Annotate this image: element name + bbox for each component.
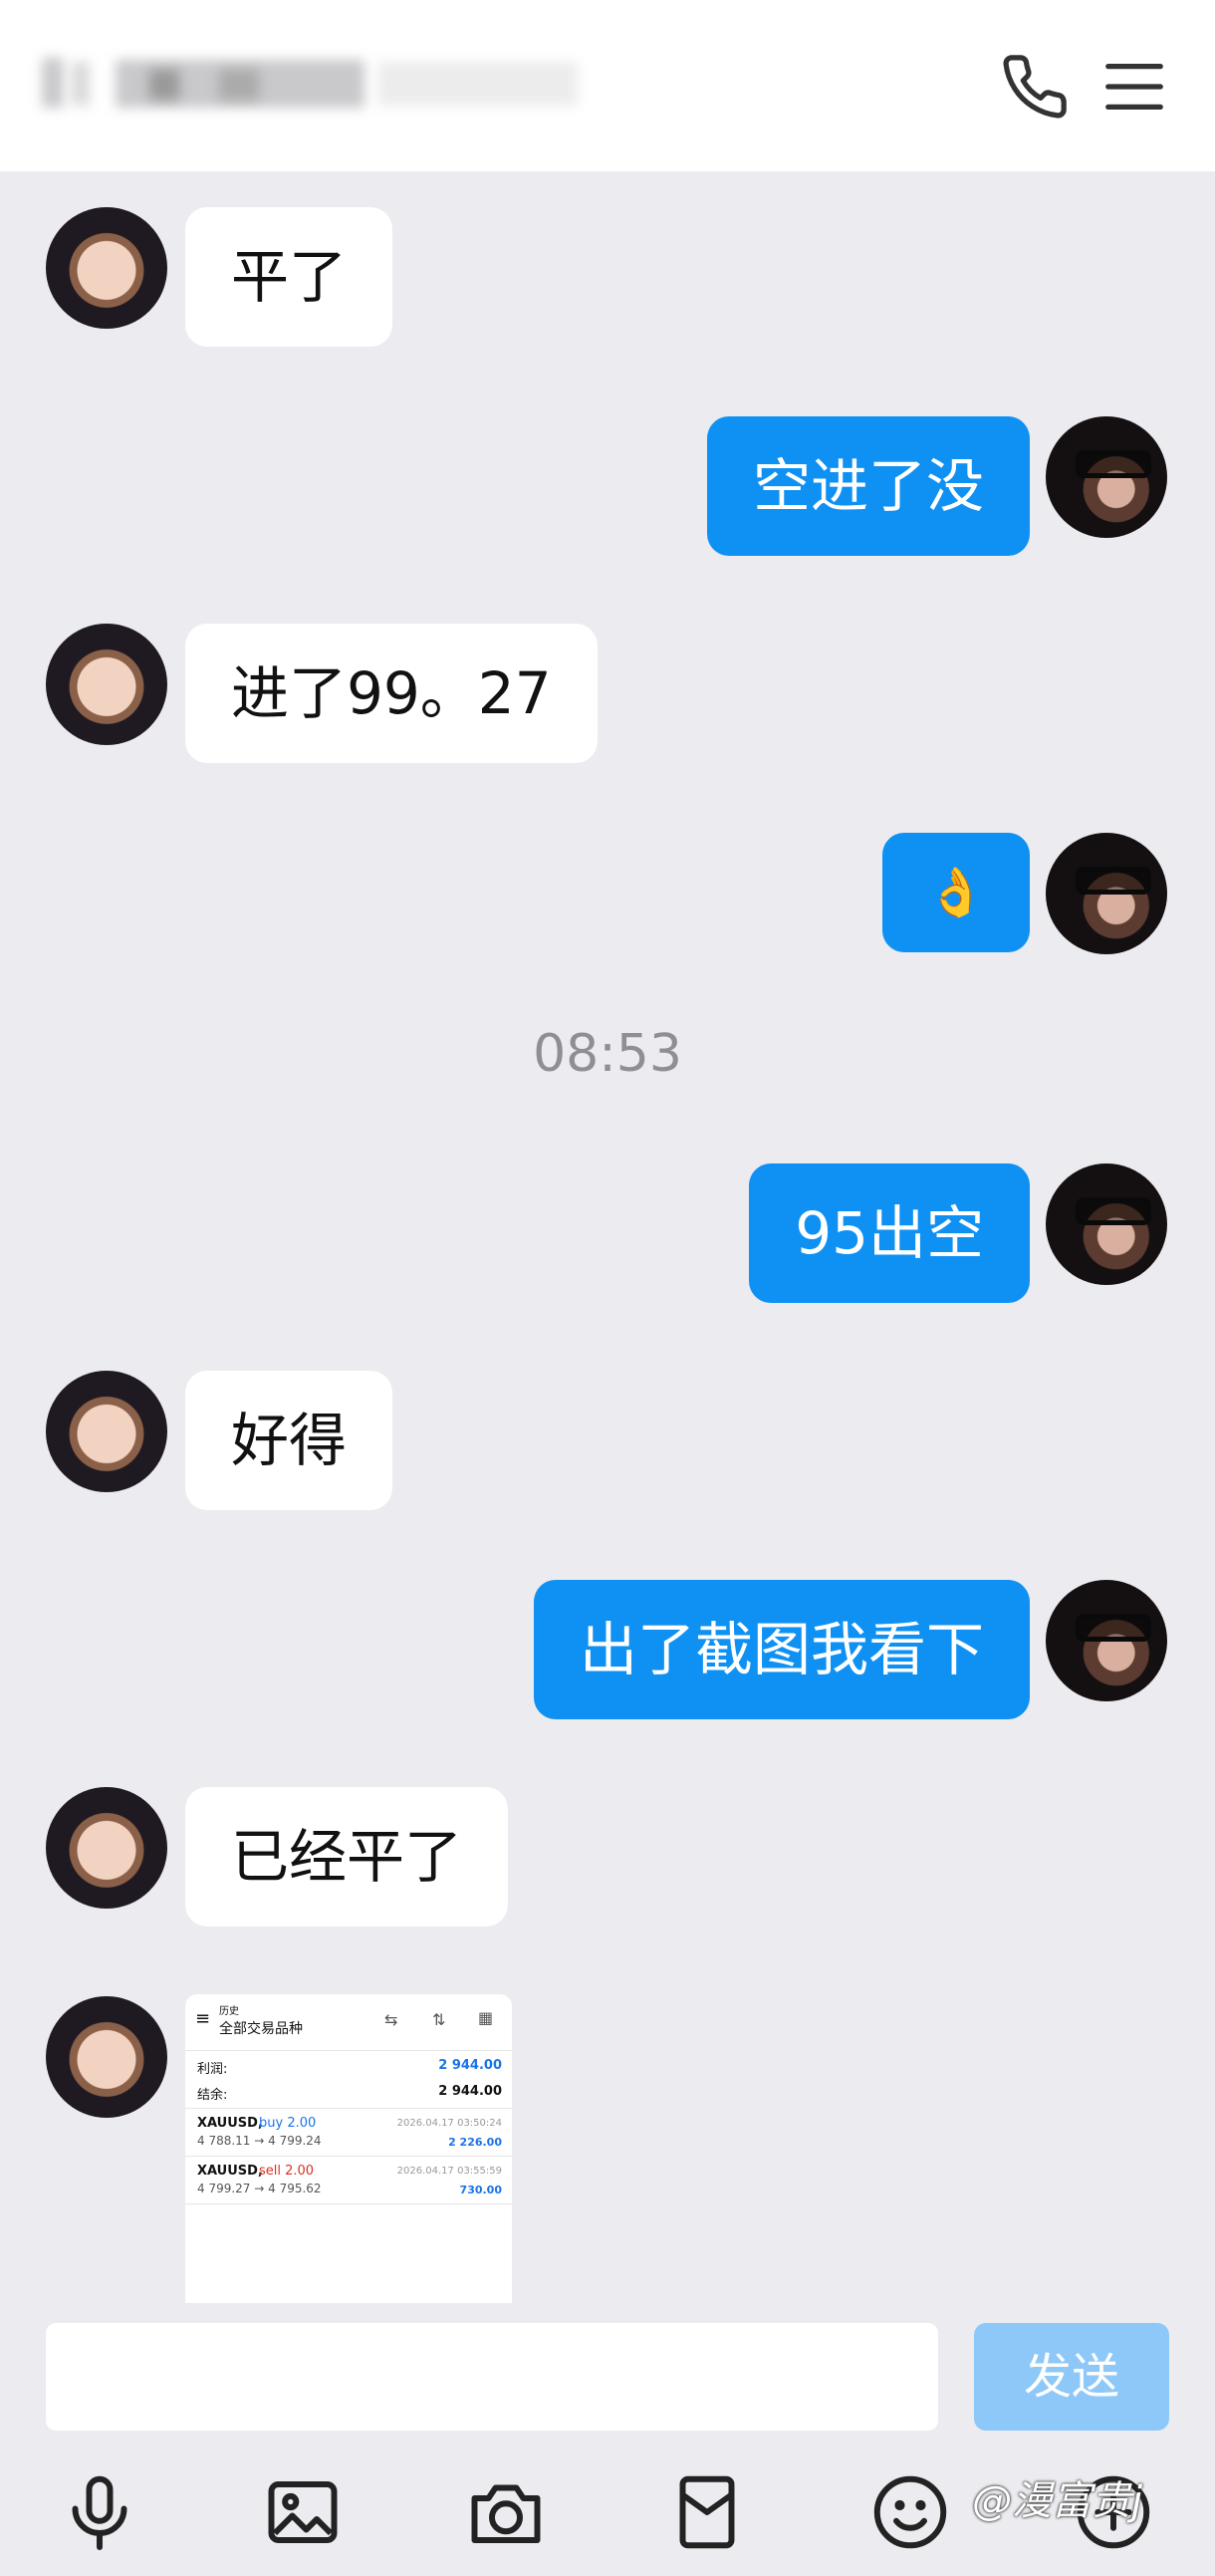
profit-label: 利润: [197,2062,228,2077]
self-avatar[interactable] [1046,416,1167,538]
history-header: ≡ 历史 全部交易品种 ⇆ ⇅ ▦ [185,1994,512,2050]
message-input[interactable] [46,2323,938,2431]
composer-bar: 发送 [0,2303,1215,2576]
history-title: 全部交易品种 [219,2021,303,2037]
contact-avatar[interactable] [46,1787,167,1909]
trade-prices: 4 799.27 → 4 795.62 [197,2182,322,2195]
message-bubble-incoming[interactable]: 平了 [185,207,393,347]
trade-time: 2026.04.17 03:55:59 [396,2166,502,2177]
contact-avatar[interactable] [46,1371,167,1492]
mic-icon[interactable] [58,2470,141,2554]
contact-avatar[interactable] [46,1996,167,2118]
balance-value: 2 944.00 [438,2084,502,2099]
menu-icon[interactable] [1099,52,1169,122]
message-bubble-incoming[interactable]: 进了99。27 [185,624,598,763]
contact-name-blurred [20,40,598,129]
self-avatar[interactable] [1046,1163,1167,1285]
image-icon[interactable] [261,2470,345,2554]
message-bubble-incoming[interactable]: 已经平了 [185,1787,509,1927]
message-timestamp: 08:53 [533,1024,682,1084]
balance-label: 结余: [197,2088,228,2103]
message-bubble-incoming[interactable]: 好得 [185,1371,393,1510]
trade-symbol: XAUUSD, [197,2116,263,2131]
trade-time: 2026.04.17 03:50:24 [396,2118,502,2129]
history-label: 历史 [219,2006,239,2017]
trade-profit: 730.00 [459,2184,502,2196]
sort-icon: ⇅ [432,2010,446,2029]
red-packet-icon[interactable] [665,2470,749,2554]
trade-side: sell 2.00 [259,2164,315,2179]
currency-icon: ⇆ [384,2010,398,2029]
contact-avatar[interactable] [46,207,167,329]
message-bubble-outgoing[interactable]: 出了截图我看下 [533,1580,1030,1719]
camera-icon[interactable] [464,2470,548,2554]
trade-side: buy 2.00 [259,2116,317,2131]
message-bubble-outgoing[interactable]: 95出空 [749,1163,1030,1303]
emoji-icon[interactable] [868,2470,952,2554]
self-avatar[interactable] [1046,833,1167,954]
hamburger-icon: ≡ [195,2008,211,2029]
trade-symbol: XAUUSD, [197,2164,263,2179]
trade-prices: 4 788.11 → 4 799.24 [197,2134,322,2148]
send-button[interactable]: 发送 [974,2323,1169,2431]
phone-icon[interactable] [1000,52,1070,122]
calendar-icon: ▦ [478,2008,494,2027]
contact-avatar[interactable] [46,624,167,745]
message-list[interactable]: 平了 空进了没 进了99。27 👌 08:53 95出空 好得 出了截图我看下 … [0,171,1215,2303]
message-bubble-outgoing[interactable]: 👌 [882,833,1030,952]
message-bubble-outgoing[interactable]: 空进了没 [706,416,1030,556]
trade-profit: 2 226.00 [448,2136,502,2149]
watermark: @漫富贵j [972,2478,1143,2524]
chat-header [0,0,1215,171]
profit-value: 2 944.00 [438,2058,502,2073]
image-message-trade-history[interactable]: ≡ 历史 全部交易品种 ⇆ ⇅ ▦ 利润: 2 944.00 结余: 2 944… [185,1994,512,2303]
self-avatar[interactable] [1046,1580,1167,1701]
